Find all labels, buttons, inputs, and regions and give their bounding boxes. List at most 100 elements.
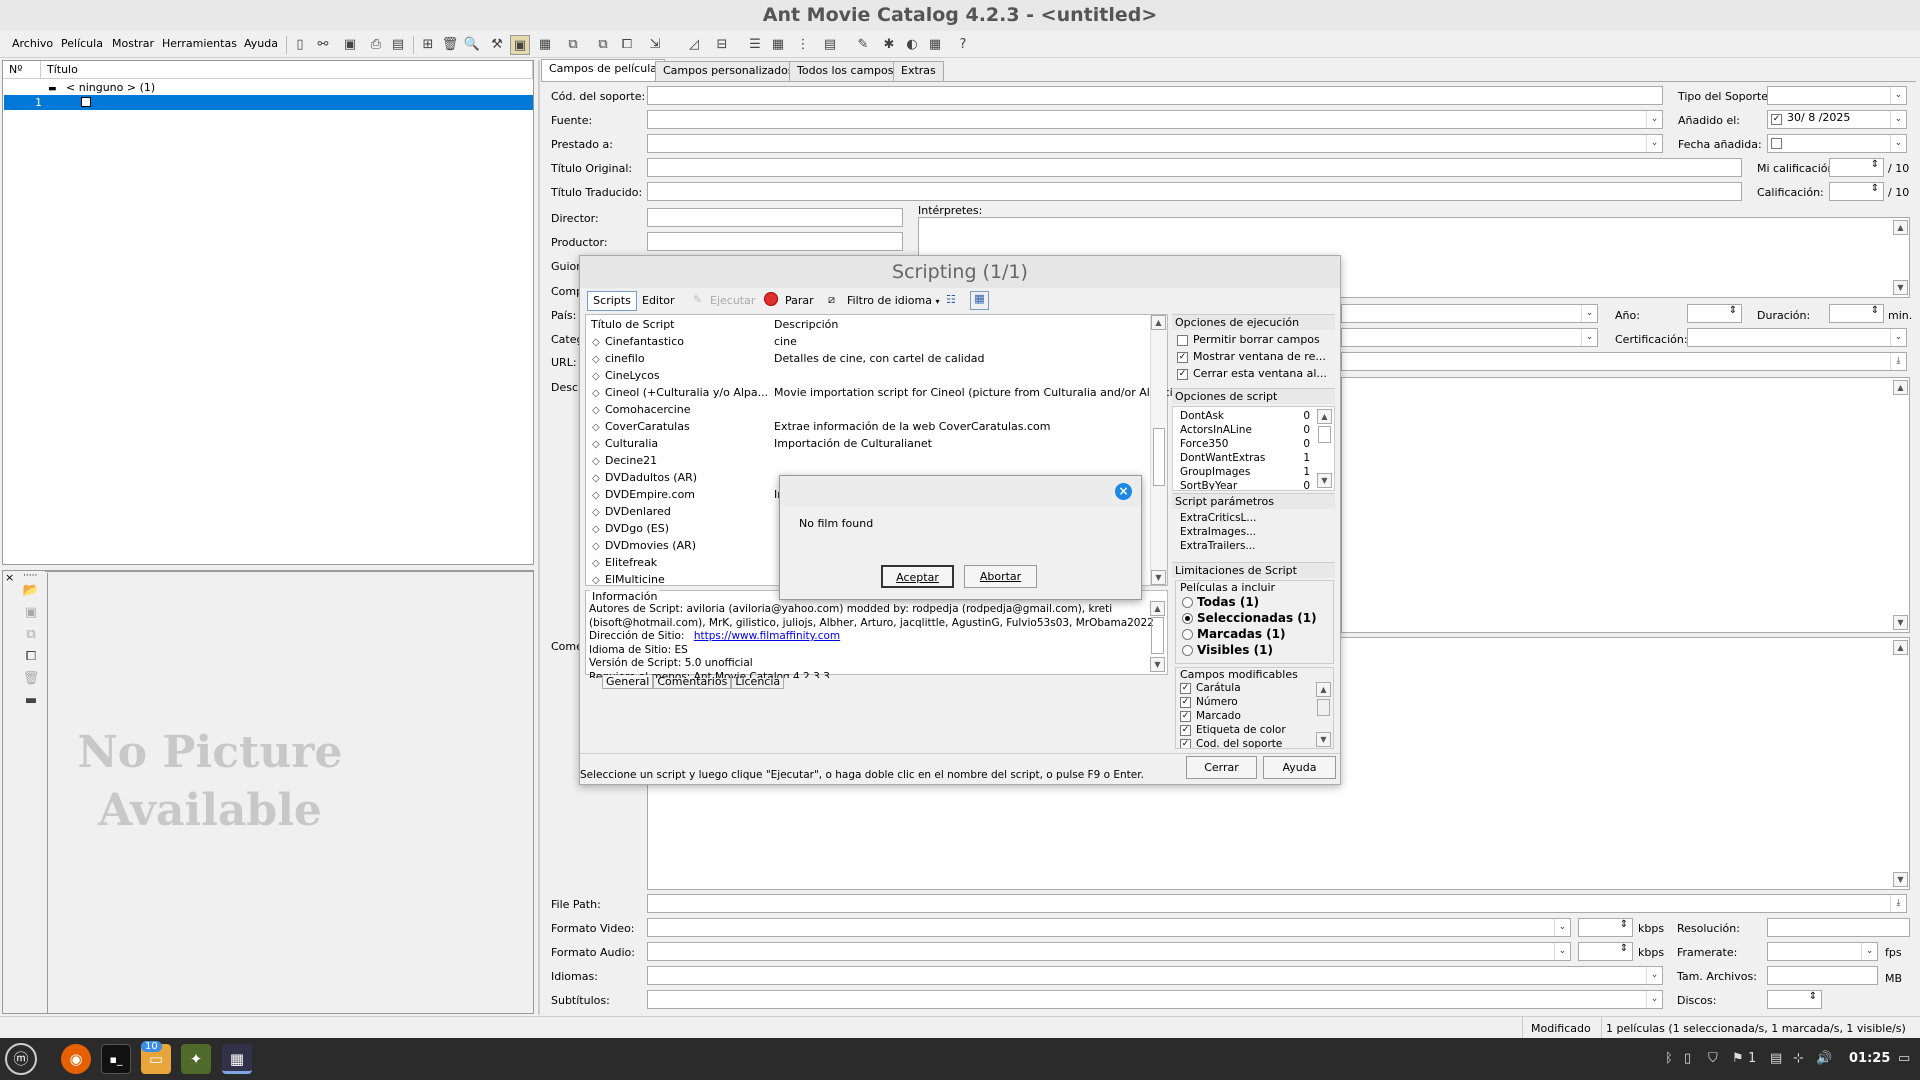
mi-calificacion-spinner[interactable]: ⇕ [1829, 158, 1884, 177]
framerate-field[interactable]: ⌄ [1767, 942, 1878, 961]
grid-view-icon[interactable]: ▦ [768, 35, 788, 55]
script-option-row[interactable]: ActorsInALine 0 [1180, 424, 1310, 436]
subtitulos-field[interactable]: ⌄ [647, 990, 1663, 1009]
anadido-date-field[interactable]: ✓ 30/ 8 /2025 ⌄ [1767, 110, 1907, 129]
formato-video-field[interactable]: ⌄ [647, 918, 1571, 937]
fecha-anadida-field[interactable]: ⌄ [1767, 134, 1907, 153]
categoria-field[interactable]: ⌄ [1341, 328, 1598, 347]
chevron-down-icon[interactable]: ⌄ [1861, 943, 1877, 960]
campo-checkbox[interactable]: ✓ Marcado [1180, 710, 1241, 722]
copy-icon[interactable]: ⧉ [563, 35, 583, 55]
video-kbps-spinner[interactable]: ⇕ [1578, 918, 1633, 937]
table-icon[interactable]: ▤ [820, 35, 840, 55]
idiomas-field[interactable]: ⌄ [647, 966, 1663, 985]
menu-ayuda[interactable]: Ayuda [244, 37, 278, 50]
column-header-no[interactable]: Nº [3, 61, 41, 79]
tipo-soporte-field[interactable]: ⌄ [1767, 86, 1907, 105]
firefox-icon[interactable]: ◉ [61, 1044, 91, 1074]
scroll-up-icon[interactable]: ▲ [1317, 409, 1332, 424]
layout-icon[interactable]: ▦ [535, 35, 555, 55]
close-icon[interactable]: × [5, 571, 14, 584]
stats-icon[interactable]: ◿ [684, 35, 704, 55]
column-header-titulo-script[interactable]: Título de Script [591, 318, 675, 331]
chevron-down-icon[interactable]: ⌄ [1581, 329, 1597, 346]
script-row[interactable]: ◇ DVDmovies (AR) [592, 537, 696, 554]
list-view-icon[interactable]: ☰ [745, 35, 765, 55]
calculator-icon[interactable]: ▦ [925, 35, 945, 55]
download-icon[interactable]: ⤓ [1890, 353, 1906, 370]
script-row[interactable]: ◇DVDEmpire.comImp [592, 486, 795, 503]
script-row[interactable]: ◇ Culturalia Importación de Culturalianet [592, 435, 932, 452]
director-field[interactable] [647, 208, 903, 227]
chevron-down-icon[interactable]: ⌄ [1890, 329, 1906, 346]
delete-picture-icon[interactable]: 🗑 [21, 669, 41, 689]
filter-icon[interactable]: ⧄ [828, 293, 835, 307]
collapse-icon[interactable]: ▬ [48, 84, 57, 94]
param-extra-images[interactable]: ExtraImages... [1180, 525, 1256, 539]
checkbox-icon[interactable] [81, 97, 91, 107]
print-icon[interactable]: ⎙ [366, 35, 386, 55]
puzzle-icon[interactable]: ✱ [879, 35, 899, 55]
campo-checkbox[interactable]: ✓ Número [1180, 696, 1238, 708]
campo-checkbox[interactable]: ✓ Cod. del soporte [1180, 738, 1282, 748]
scroll-down-icon[interactable]: ▼ [1150, 657, 1165, 672]
script-row[interactable]: ◇ CoverCaratulas Extrae información de la … [592, 418, 1051, 435]
scroll-up-icon[interactable]: ▲ [1151, 315, 1166, 330]
script-row[interactable]: ◇ DVDgo (ES) [592, 520, 669, 537]
tam-archivos-field[interactable] [1767, 966, 1878, 985]
chevron-down-icon[interactable]: ⌄ [1554, 943, 1570, 960]
script-icon[interactable]: ✎ [853, 35, 873, 55]
scroll-up-icon[interactable]: ▲ [1893, 220, 1908, 235]
menu-mostrar[interactable]: Mostrar [112, 37, 154, 50]
radio-marcadas[interactable]: Marcadas (1) [1182, 627, 1286, 641]
save-icon[interactable]: ▣ [340, 35, 360, 55]
export-icon[interactable]: ▤ [388, 35, 408, 55]
param-extra-trailers[interactable]: ExtraTrailers... [1180, 539, 1256, 553]
chevron-down-icon[interactable]: ⌄ [1646, 991, 1662, 1008]
terminal-icon[interactable]: ▪_ [101, 1044, 131, 1074]
group-icon[interactable]: ⊟ [712, 35, 732, 55]
anadido-checkbox[interactable]: ✓ [1771, 113, 1782, 125]
grid-view-icon[interactable]: ▦ [970, 291, 989, 310]
radio-seleccionadas[interactable]: Seleccionadas (1) [1182, 611, 1317, 625]
wand-icon[interactable]: ⚒ [487, 35, 507, 55]
url-field[interactable]: ⤓ [1341, 352, 1907, 371]
column-header-descripcion[interactable]: Descripción [774, 318, 838, 331]
run-icon[interactable]: ✎ [693, 293, 702, 306]
update-icon[interactable]: ⚑ [1732, 1051, 1744, 1066]
file-path-field[interactable]: ⤓ [647, 894, 1907, 913]
picture-icon[interactable]: ▣ [510, 35, 530, 55]
view-picture-icon[interactable]: ▬ [21, 691, 41, 711]
scroll-down-icon[interactable]: ▼ [1316, 732, 1331, 747]
titulo-traducido-field[interactable] [647, 182, 1742, 201]
script-row[interactable]: ◇ DVDenlared [592, 503, 671, 520]
aceptar-button[interactable]: Aceptar [881, 565, 954, 588]
columns-icon[interactable]: ⋮ [793, 35, 813, 55]
scroll-up-icon[interactable]: ▲ [1316, 682, 1331, 697]
script-option-row[interactable]: SortByYear 0 [1180, 480, 1310, 490]
formato-audio-field[interactable]: ⌄ [647, 942, 1571, 961]
scroll-down-icon[interactable]: ▼ [1893, 615, 1908, 630]
clipboard-icon[interactable]: ▯ [1684, 1051, 1691, 1066]
calificacion-spinner[interactable]: ⇕ [1829, 182, 1884, 201]
script-options-list[interactable]: DontAsk 0 ActorsInALine 0 Force350 0 DontWantE… [1172, 406, 1335, 491]
script-option-row[interactable]: GroupImages 1 [1180, 466, 1310, 478]
script-row[interactable]: ◇ ElMulticine [592, 571, 665, 588]
new-file-icon[interactable]: ▯ [290, 35, 310, 55]
audio-kbps-spinner[interactable]: ⇕ [1578, 942, 1633, 961]
tab-scripts[interactable]: Scripts [587, 291, 637, 311]
script-row[interactable]: ◇ cinefilo Detalles de cine, con cartel de… [592, 350, 985, 367]
delete-icon[interactable]: 🗑 [440, 35, 460, 55]
column-header-titulo[interactable]: Título [41, 61, 533, 79]
prestado-field[interactable]: ⌄ [647, 134, 1663, 153]
duplicate-icon[interactable]: ⧉ [593, 35, 613, 55]
fecha-checkbox[interactable] [1771, 137, 1782, 149]
script-row[interactable]: ◇ Elitefreak [592, 554, 657, 571]
bluetooth-icon[interactable]: ᛒ [1665, 1051, 1673, 1066]
productor-field[interactable] [647, 232, 903, 251]
copy-picture-icon[interactable]: ⧉ [21, 625, 41, 645]
certificacion-field[interactable]: ⌄ [1687, 328, 1907, 347]
cod-soporte-field[interactable] [647, 86, 1663, 105]
discos-spinner[interactable]: ⇕ [1767, 990, 1822, 1009]
chevron-down-icon[interactable]: ⌄ [1646, 111, 1662, 128]
